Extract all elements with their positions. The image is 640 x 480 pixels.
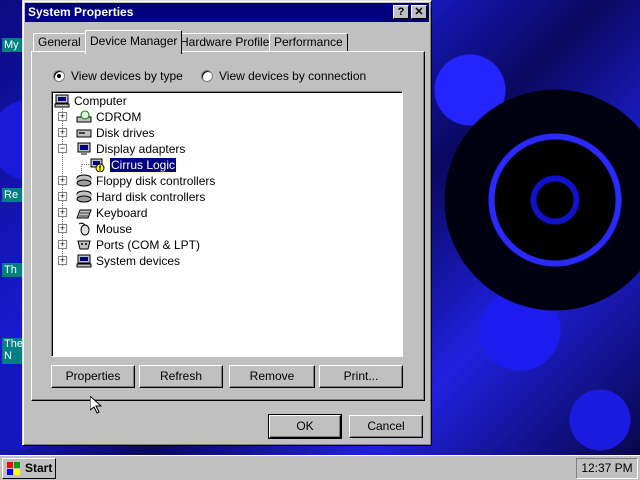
window-title: System Properties	[28, 5, 134, 19]
expand-icon[interactable]: +	[58, 240, 67, 249]
system-properties-window: System Properties ? ✕ General Device Man…	[22, 0, 432, 446]
help-button[interactable]: ?	[393, 5, 409, 19]
monitor-icon	[76, 142, 92, 156]
tree-label: Floppy disk controllers	[96, 174, 216, 188]
view-by-connection-label: View devices by connection	[219, 69, 367, 83]
keyboard-icon	[76, 206, 92, 220]
radio-button[interactable]	[201, 70, 213, 82]
expand-icon[interactable]: +	[58, 112, 67, 121]
tree-label: System devices	[96, 254, 181, 268]
system-clock[interactable]: 12:37 PM	[576, 458, 638, 479]
tree-label-selected: Cirrus Logic	[108, 157, 178, 173]
computer-icon	[54, 94, 70, 108]
close-button[interactable]: ✕	[411, 5, 427, 19]
tree-root-computer[interactable]: Computer	[54, 93, 127, 109]
title-bar[interactable]: System Properties ? ✕	[25, 3, 429, 22]
controller-icon	[76, 190, 92, 204]
device-tree[interactable]: Computer + CDROM + Disk drives − Display…	[51, 91, 403, 357]
tree-label: CDROM	[96, 110, 142, 124]
desktop-icon-label[interactable]: The N	[2, 338, 22, 364]
tree-label: Hard disk controllers	[96, 190, 206, 204]
view-by-type-label: View devices by type	[71, 69, 183, 83]
properties-button[interactable]: Properties	[51, 365, 135, 388]
cancel-button[interactable]: Cancel	[349, 415, 423, 438]
start-button[interactable]: Start	[2, 458, 56, 479]
controller-icon	[76, 174, 92, 188]
cdrom-icon	[76, 110, 92, 124]
tree-label: Display adapters	[96, 142, 186, 156]
tree-item-cirrus-logic[interactable]: Cirrus Logic	[90, 157, 178, 173]
tree-label: Keyboard	[96, 206, 148, 220]
ok-button[interactable]: OK	[268, 414, 342, 439]
refresh-button[interactable]: Refresh	[139, 365, 223, 388]
tree-label: Disk drives	[96, 126, 155, 140]
tree-label: Ports (COM & LPT)	[96, 238, 201, 252]
mouse-cursor-icon	[90, 396, 102, 414]
tree-item-display-adapters[interactable]: − Display adapters	[58, 141, 185, 157]
taskbar: Start 12:37 PM	[0, 455, 640, 480]
tree-item-mouse[interactable]: + Mouse	[58, 221, 132, 237]
tab-performance[interactable]: Performance	[269, 33, 348, 52]
tree-label: Mouse	[96, 222, 133, 236]
desktop-icon-label[interactable]: Re	[2, 188, 22, 202]
radio-button-selected[interactable]	[53, 70, 65, 82]
mouse-icon	[76, 222, 92, 236]
expand-icon[interactable]: +	[58, 256, 67, 265]
tree-connector	[81, 164, 82, 173]
tree-item-cdrom[interactable]: + CDROM	[58, 109, 141, 125]
collapse-icon[interactable]: −	[58, 144, 67, 153]
port-icon	[76, 238, 92, 252]
desktop-icon-label[interactable]: My	[2, 38, 22, 52]
expand-icon[interactable]: +	[58, 224, 67, 233]
tree-item-system-devices[interactable]: + System devices	[58, 253, 180, 269]
start-label: Start	[25, 461, 53, 475]
tree-label: Computer	[74, 94, 127, 108]
expand-icon[interactable]: +	[58, 192, 67, 201]
warning-icon	[90, 158, 106, 173]
tree-item-hard-disk-controllers[interactable]: + Hard disk controllers	[58, 189, 205, 205]
tree-item-ports[interactable]: + Ports (COM & LPT)	[58, 237, 200, 253]
windows-logo-icon	[7, 462, 20, 475]
expand-icon[interactable]: +	[58, 176, 67, 185]
desktop-icon-label[interactable]: Th	[2, 263, 22, 277]
tree-item-floppy-controllers[interactable]: + Floppy disk controllers	[58, 173, 215, 189]
print-button[interactable]: Print...	[319, 365, 403, 388]
view-by-connection-option[interactable]: View devices by connection	[201, 68, 366, 84]
disk-drive-icon	[76, 126, 92, 140]
tree-item-keyboard[interactable]: + Keyboard	[58, 205, 147, 221]
remove-button[interactable]: Remove	[229, 365, 315, 388]
tab-hardware-profiles[interactable]: Hardware Profiles	[175, 33, 281, 52]
expand-icon[interactable]: +	[58, 128, 67, 137]
expand-icon[interactable]: +	[58, 208, 67, 217]
tab-device-manager[interactable]: Device Manager	[85, 30, 183, 54]
computer-icon	[76, 254, 92, 268]
tree-item-disk-drives[interactable]: + Disk drives	[58, 125, 155, 141]
view-by-type-option[interactable]: View devices by type	[53, 68, 183, 84]
tree-connector	[81, 164, 89, 165]
tab-general[interactable]: General	[33, 33, 86, 52]
